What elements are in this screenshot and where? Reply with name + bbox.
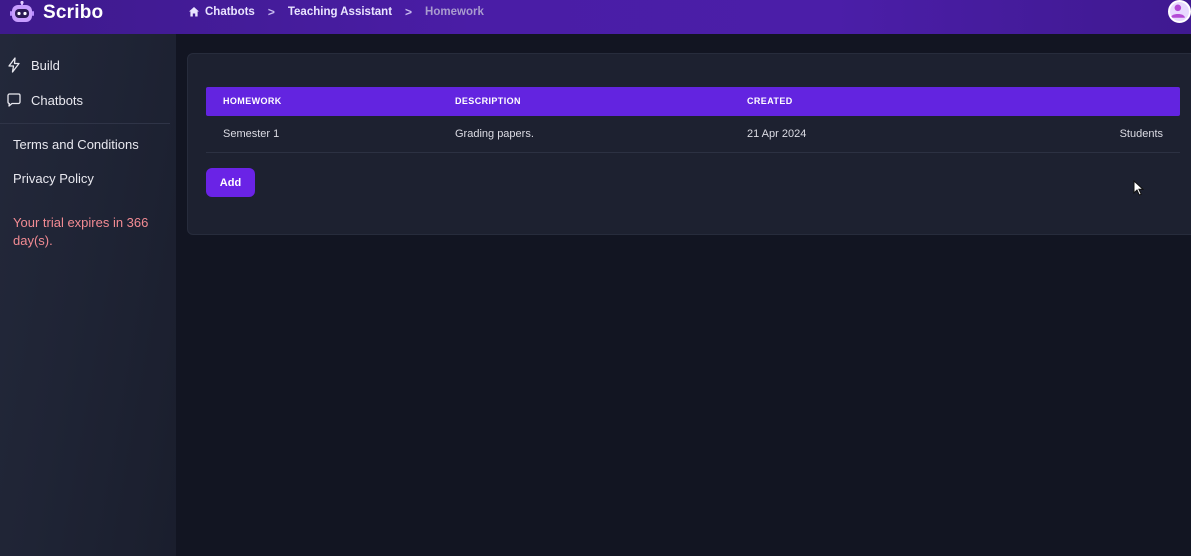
sidebar-item-build[interactable]: Build: [6, 57, 60, 73]
add-button[interactable]: Add: [206, 168, 255, 197]
user-icon: [1170, 4, 1185, 18]
cell-homework: Semester 1: [223, 128, 280, 140]
brand[interactable]: Scribo: [10, 0, 103, 34]
robot-logo-icon: [10, 1, 34, 22]
breadcrumb-homework: Homework: [425, 6, 484, 18]
breadcrumb-separator: >: [405, 5, 413, 19]
top-bar: Scribo Chatbots > Teaching Assistant > H…: [0, 0, 1191, 34]
home-icon[interactable]: [188, 6, 200, 18]
column-header-description: DESCRIPTION: [455, 96, 521, 106]
terms-link[interactable]: Terms and Conditions: [13, 137, 139, 152]
sidebar-item-chatbots[interactable]: Chatbots: [6, 92, 83, 108]
cell-created: 21 Apr 2024: [747, 128, 807, 140]
breadcrumb-chatbots[interactable]: Chatbots: [205, 6, 255, 18]
homework-card: HOMEWORK DESCRIPTION CREATED Semester 1 …: [187, 53, 1191, 235]
bolt-icon: [8, 57, 20, 73]
sidebar: Build Chatbots Terms and Conditions Priv…: [0, 34, 176, 556]
table-row: Semester 1 Grading papers. 21 Apr 2024 S…: [206, 116, 1180, 153]
sidebar-divider: [0, 123, 170, 124]
privacy-link[interactable]: Privacy Policy: [13, 171, 94, 186]
cell-description: Grading papers.: [455, 128, 534, 140]
sidebar-item-label: Chatbots: [31, 92, 84, 108]
app-name: Scribo: [43, 2, 104, 23]
column-header-homework: HOMEWORK: [223, 96, 282, 106]
breadcrumb-separator: >: [267, 5, 275, 19]
mouse-cursor-icon: [1133, 180, 1144, 196]
students-link[interactable]: Students: [1120, 128, 1163, 140]
trial-notice: Your trial expires in 366 day(s).: [13, 215, 149, 248]
sidebar-item-label: Build: [31, 57, 60, 73]
column-header-created: CREATED: [747, 96, 793, 106]
table-header: HOMEWORK DESCRIPTION CREATED: [206, 87, 1180, 116]
breadcrumb: Chatbots > Teaching Assistant > Homework: [188, 0, 484, 24]
chat-bubble-icon: [7, 93, 21, 107]
user-avatar[interactable]: [1168, 0, 1191, 23]
breadcrumb-teaching-assistant[interactable]: Teaching Assistant: [288, 6, 392, 18]
